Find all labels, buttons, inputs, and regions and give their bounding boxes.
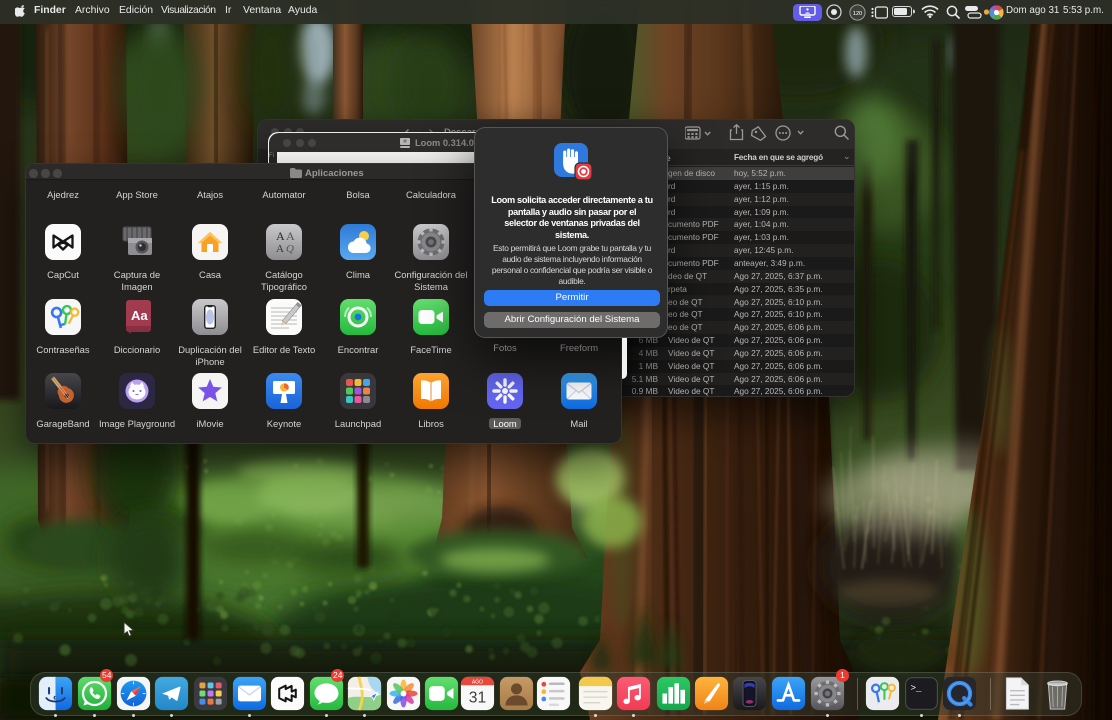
svg-text:31: 31 xyxy=(469,690,486,707)
svg-text:120: 120 xyxy=(853,11,862,17)
svg-text:Aa: Aa xyxy=(131,308,148,323)
svg-text:Q: Q xyxy=(286,243,294,255)
svg-text:A: A xyxy=(276,229,285,243)
svg-text:AGO: AGO xyxy=(472,679,483,685)
svg-text:A: A xyxy=(276,243,284,255)
svg-text:>_: >_ xyxy=(910,683,922,694)
svg-text:A: A xyxy=(286,229,295,243)
